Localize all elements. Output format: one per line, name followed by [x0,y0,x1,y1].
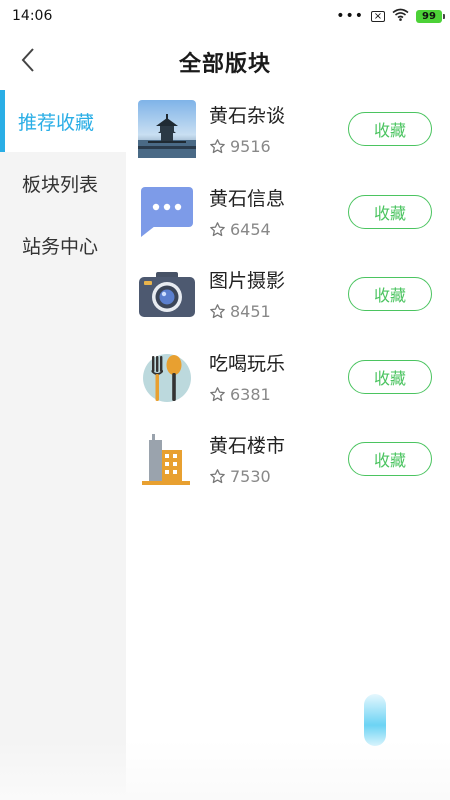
list-item[interactable]: 吃喝玩乐 6381 收藏 [126,338,450,421]
status-bar: 14:06 ••• × 99 [0,0,450,32]
sidebar-item-board-list[interactable]: 板块列表 [0,152,126,214]
favorite-count: 6454 [209,220,271,239]
page-title: 全部版块 [178,52,271,77]
favorite-count: 9516 [209,137,271,156]
favorite-count: 8451 [209,302,271,321]
title-bar: 全部版块 [0,32,450,90]
favorite-count: 6381 [209,385,271,404]
list-item[interactable]: 图片摄影 8451 收藏 [126,255,450,338]
list-item[interactable]: 黄石杂谈 9516 收藏 [126,90,450,173]
scroll-indicator [364,694,386,746]
list-item[interactable]: 黄石信息 6454 收藏 [126,173,450,256]
list-item[interactable]: 黄石楼市 7530 收藏 [126,420,450,503]
buildings-icon [138,430,196,488]
board-name: 图片摄影 [209,270,286,292]
status-icons: ••• × 99 [336,8,445,25]
pavilion-photo-icon [138,100,196,158]
star-icon [209,138,226,155]
board-name: 黄石楼市 [209,435,286,457]
sidebar: 推荐收藏 板块列表 站务中心 [0,90,126,800]
wifi-icon [392,8,409,25]
count-value: 9516 [230,137,271,156]
star-icon [209,221,226,238]
count-value: 6454 [230,219,271,239]
status-time: 14:06 [12,8,53,24]
camera-icon [138,265,196,323]
favorite-button[interactable]: 收藏 [348,277,432,311]
star-icon [209,468,226,485]
star-icon [209,386,226,403]
favorite-button[interactable]: 收藏 [348,194,432,229]
favorite-button[interactable]: 收藏 [348,442,432,476]
favorite-count: 7530 [209,467,271,486]
count-value: 6381 [230,384,271,404]
count-value: 7530 [230,467,271,486]
bottom-fade [0,740,450,800]
more-dots-icon: ••• [336,8,364,24]
board-name: 黄石信息 [209,187,286,210]
no-sim-icon: × [371,10,385,22]
favorite-button[interactable]: 收藏 [348,112,432,146]
count-value: 8451 [230,302,271,321]
star-icon [209,303,226,320]
battery-icon: 99 [416,9,445,23]
fork-spoon-icon [138,348,196,406]
sidebar-item-site-center[interactable]: 站务中心 [0,214,126,276]
favorite-button[interactable]: 收藏 [348,359,432,394]
board-list: 黄石杂谈 9516 收藏 黄石信息 6454 收藏 图片摄影 8451 收藏 吃… [126,90,450,503]
board-name: 吃喝玩乐 [209,352,286,375]
board-name: 黄石杂谈 [209,105,286,127]
sidebar-item-label: 推荐收藏 [18,111,95,134]
sidebar-item-label: 板块列表 [22,173,99,196]
chat-bubble-icon [138,183,196,241]
sidebar-item-label: 站务中心 [22,235,99,258]
sidebar-item-recommended[interactable]: 推荐收藏 [0,90,126,152]
